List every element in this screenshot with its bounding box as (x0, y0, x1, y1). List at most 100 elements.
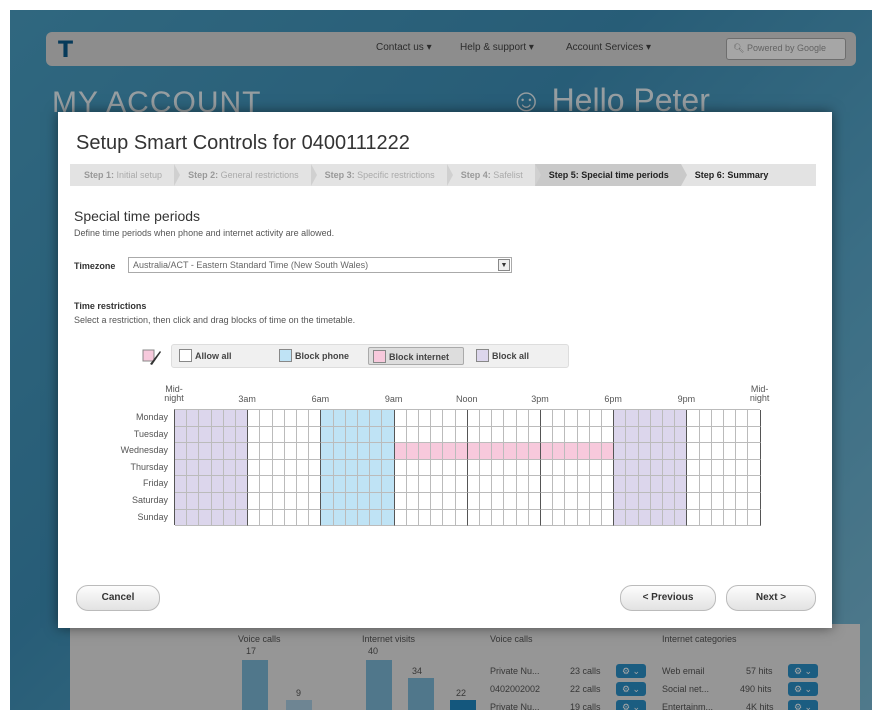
timetable-cell[interactable] (236, 459, 249, 477)
timetable-cell[interactable] (626, 410, 639, 427)
timetable-cell[interactable] (724, 459, 737, 477)
timetable-cell[interactable] (467, 443, 480, 460)
timetable-cell[interactable] (211, 443, 224, 460)
timetable-cell[interactable] (187, 426, 200, 444)
timetable-cell[interactable] (406, 476, 419, 493)
timetable-cell[interactable] (650, 459, 663, 477)
timetable-cell[interactable] (394, 410, 407, 427)
timetable-cell[interactable] (406, 426, 419, 444)
timetable-cell[interactable] (711, 459, 724, 477)
timetable-cell[interactable] (248, 410, 261, 427)
timetable-cell[interactable] (431, 493, 444, 510)
timetable-cell[interactable] (419, 426, 432, 444)
timetable-cell[interactable] (602, 493, 615, 510)
timetable-cell[interactable] (187, 493, 200, 510)
timetable-cell[interactable] (223, 493, 236, 510)
timetable-cell[interactable] (699, 443, 712, 460)
timetable-cell[interactable] (223, 443, 236, 460)
timetable-cell[interactable] (394, 493, 407, 510)
timetable-cell[interactable] (211, 493, 224, 510)
timetable-cell[interactable] (687, 426, 700, 444)
timetable-cell[interactable] (175, 459, 188, 477)
timetable-cell[interactable] (272, 476, 285, 493)
timetable-cell[interactable] (577, 459, 590, 477)
timetable-cell[interactable] (492, 509, 505, 527)
timetable-cell[interactable] (626, 476, 639, 493)
timetable-cell[interactable] (382, 459, 395, 477)
timetable-cell[interactable] (589, 493, 602, 510)
step-specific-restrictions[interactable]: Step 3: Specific restrictions (311, 164, 453, 186)
timetable-cell[interactable] (650, 443, 663, 460)
timetable-cell[interactable] (236, 426, 249, 444)
timetable-cell[interactable] (711, 493, 724, 510)
previous-button[interactable]: < Previous (620, 585, 716, 611)
timetable-cell[interactable] (382, 426, 395, 444)
timetable-cell[interactable] (614, 493, 627, 510)
timetable-cell[interactable] (309, 476, 322, 493)
timetable-cell[interactable] (589, 410, 602, 427)
timetable-cell[interactable] (614, 410, 627, 427)
timetable-cell[interactable] (675, 443, 688, 460)
timetable-cell[interactable] (711, 410, 724, 427)
timetable-cell[interactable] (455, 410, 468, 427)
timetable-cell[interactable] (638, 509, 651, 527)
timetable-cell[interactable] (504, 493, 517, 510)
timetable-grid[interactable] (174, 409, 761, 527)
timetable-cell[interactable] (333, 476, 346, 493)
timetable-cell[interactable] (663, 426, 676, 444)
timetable-cell[interactable] (199, 426, 212, 444)
timetable-cell[interactable] (528, 476, 541, 493)
timetable-cell[interactable] (284, 459, 297, 477)
timetable-cell[interactable] (663, 509, 676, 527)
timetable-cell[interactable] (724, 443, 737, 460)
timetable-cell[interactable] (236, 509, 249, 527)
timetable-cell[interactable] (699, 410, 712, 427)
timetable-cell[interactable] (638, 459, 651, 477)
timetable-cell[interactable] (650, 493, 663, 510)
timetable-cell[interactable] (687, 493, 700, 510)
timetable-cell[interactable] (187, 509, 200, 527)
timetable-cell[interactable] (541, 426, 554, 444)
timetable-cell[interactable] (345, 443, 358, 460)
timetable-cell[interactable] (309, 410, 322, 427)
timetable-cell[interactable] (748, 410, 761, 427)
timetable-cell[interactable] (309, 493, 322, 510)
timetable-cell[interactable] (736, 509, 749, 527)
timetable-cell[interactable] (455, 493, 468, 510)
timetable-cell[interactable] (541, 443, 554, 460)
timetable-cell[interactable] (589, 426, 602, 444)
timetable-cell[interactable] (565, 493, 578, 510)
timetable-cell[interactable] (638, 476, 651, 493)
timetable-cell[interactable] (724, 426, 737, 444)
timetable-cell[interactable] (504, 410, 517, 427)
timetable-cell[interactable] (687, 410, 700, 427)
timetable-cell[interactable] (272, 509, 285, 527)
timetable-cell[interactable] (675, 459, 688, 477)
timetable-cell[interactable] (431, 410, 444, 427)
timetable-cell[interactable] (297, 410, 310, 427)
timetable-cell[interactable] (236, 443, 249, 460)
timetable-cell[interactable] (187, 476, 200, 493)
timetable-cell[interactable] (211, 459, 224, 477)
timetable-cell[interactable] (394, 443, 407, 460)
timetable-cell[interactable] (370, 443, 383, 460)
timetable-cell[interactable] (638, 493, 651, 510)
timetable-cell[interactable] (284, 476, 297, 493)
timetable-cell[interactable] (382, 476, 395, 493)
timetable-cell[interactable] (480, 493, 493, 510)
timetable-cell[interactable] (175, 476, 188, 493)
timetable-cell[interactable] (480, 410, 493, 427)
timetable-cell[interactable] (492, 410, 505, 427)
timetable-cell[interactable] (297, 476, 310, 493)
timetable-cell[interactable] (516, 493, 529, 510)
timetable-cell[interactable] (272, 443, 285, 460)
timetable-cell[interactable] (333, 443, 346, 460)
timetable-cell[interactable] (504, 459, 517, 477)
timetable-cell[interactable] (675, 509, 688, 527)
timetable-cell[interactable] (736, 493, 749, 510)
timetable-cell[interactable] (333, 509, 346, 527)
timetable-cell[interactable] (699, 476, 712, 493)
timetable-cell[interactable] (406, 410, 419, 427)
timetable-cell[interactable] (443, 459, 456, 477)
timetable-cell[interactable] (260, 459, 273, 477)
